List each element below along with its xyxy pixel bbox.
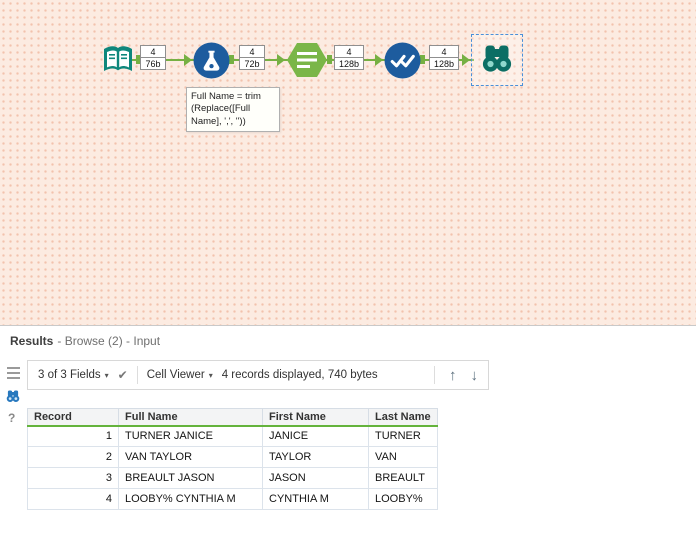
table-cell[interactable]: JANICE <box>262 425 369 447</box>
formula-tool[interactable] <box>193 42 230 84</box>
formula-annotation[interactable]: Full Name = trim (Replace([Full Name], '… <box>186 87 280 133</box>
input-data-tool[interactable] <box>99 43 137 82</box>
records-status: 4 records displayed, 740 bytes <box>221 369 378 381</box>
record-count-badge: 4 128b <box>429 45 459 70</box>
fields-dropdown[interactable]: 3 of 3 Fields ▾ <box>38 369 109 381</box>
chevron-down-icon: ▾ <box>208 370 213 380</box>
toolbar-separator <box>136 366 138 384</box>
table-row[interactable]: 3 BREAULT JASON JASON BREAULT <box>27 467 438 489</box>
table-cell[interactable]: 1 <box>27 425 119 447</box>
col-header-full-name[interactable]: Full Name <box>118 408 263 427</box>
connector-arrow-icon <box>184 54 192 66</box>
col-header-last-name[interactable]: Last Name <box>368 408 438 427</box>
table-row[interactable]: 4 LOOBY% CYNTHIA M CYNTHIA M LOOBY% <box>27 488 438 510</box>
results-title: Results <box>10 334 54 348</box>
apply-check-icon[interactable]: ✔ <box>118 368 128 382</box>
cell-viewer-dropdown[interactable]: Cell Viewer ▾ <box>147 369 213 381</box>
table-cell[interactable]: CYNTHIA M <box>262 488 369 510</box>
up-arrow-button[interactable]: ↑ <box>449 368 457 383</box>
table-body: 1 TURNER JANICE JANICE TURNER 2 VAN TAYLOR TAY… <box>27 425 438 510</box>
connector-arrow-icon <box>375 54 383 66</box>
table-cell[interactable]: JASON <box>262 467 369 489</box>
workflow-canvas[interactable]: 4 76b 4 72b 4 128b 4 128b Full Name = tr… <box>0 0 696 326</box>
unique-tool[interactable] <box>384 42 421 84</box>
fields-dropdown-label: 3 of 3 Fields <box>38 369 101 381</box>
unique-checkmarks-icon <box>384 42 421 83</box>
record-count-badge: 4 128b <box>334 45 364 70</box>
connector-arrow-icon <box>462 54 470 66</box>
input-data-book-icon <box>99 46 137 81</box>
table-cell[interactable]: BREAULT JASON <box>118 467 263 489</box>
toolbar-separator <box>434 366 435 384</box>
cell-viewer-label: Cell Viewer <box>146 369 205 381</box>
table-cell[interactable]: 3 <box>27 467 119 489</box>
record-count-badge: 4 76b <box>140 45 166 70</box>
table-cell[interactable]: LOOBY% CYNTHIA M <box>118 488 263 510</box>
table-cell[interactable]: VAN TAYLOR <box>118 446 263 468</box>
help-icon[interactable]: ? <box>8 411 15 425</box>
size-badge: 72b <box>239 57 265 70</box>
browse-tool[interactable] <box>479 40 515 81</box>
results-table: Record Full Name First Name Last Name 1T… <box>27 408 438 510</box>
browse-tool-selection[interactable] <box>471 34 523 86</box>
col-header-first-name[interactable]: First Name <box>262 408 369 427</box>
table-cell[interactable]: LOOBY% <box>368 488 438 510</box>
results-header: Results - Browse (2) - Input <box>10 334 160 348</box>
messages-list-icon[interactable] <box>7 367 20 382</box>
summarize-hexagon-icon <box>286 43 328 82</box>
down-arrow-button[interactable]: ↓ <box>471 368 479 383</box>
table-header-row: Record Full Name First Name Last Name <box>27 408 438 427</box>
table-cell[interactable]: VAN <box>368 446 438 468</box>
alteryx-window: 4 76b 4 72b 4 128b 4 128b Full Name = tr… <box>0 0 696 545</box>
summarize-tool[interactable] <box>286 42 328 83</box>
browse-binoculars-icon <box>479 45 515 80</box>
results-toolbar: 3 of 3 Fields ▾ ✔ Cell Viewer ▾ 4 record… <box>27 360 489 390</box>
size-badge: 128b <box>429 57 459 70</box>
table-cell[interactable]: BREAULT <box>368 467 438 489</box>
size-badge: 128b <box>334 57 364 70</box>
table-cell[interactable]: TAYLOR <box>262 446 369 468</box>
table-cell[interactable]: 2 <box>27 446 119 468</box>
table-row[interactable]: 1 TURNER JANICE JANICE TURNER <box>27 425 438 447</box>
results-panel: Results - Browse (2) - Input ? 3 of 3 Fie… <box>0 327 696 545</box>
chevron-down-icon: ▾ <box>104 370 109 380</box>
connector-arrow-icon <box>277 54 285 66</box>
table-cell[interactable]: TURNER <box>368 425 438 447</box>
table-row[interactable]: 2 VAN TAYLOR TAYLOR VAN <box>27 446 438 468</box>
formula-flask-icon <box>193 42 230 83</box>
size-badge: 76b <box>140 57 166 70</box>
results-subtitle: - Browse (2) - Input <box>57 334 161 348</box>
col-header-record[interactable]: Record <box>27 408 119 427</box>
record-nav: ↑ ↓ <box>434 366 478 384</box>
table-cell[interactable]: 4 <box>27 488 119 510</box>
table-cell[interactable]: TURNER JANICE <box>118 425 263 447</box>
record-count-badge: 4 72b <box>239 45 265 70</box>
browse-anchor-icon[interactable] <box>5 388 21 409</box>
